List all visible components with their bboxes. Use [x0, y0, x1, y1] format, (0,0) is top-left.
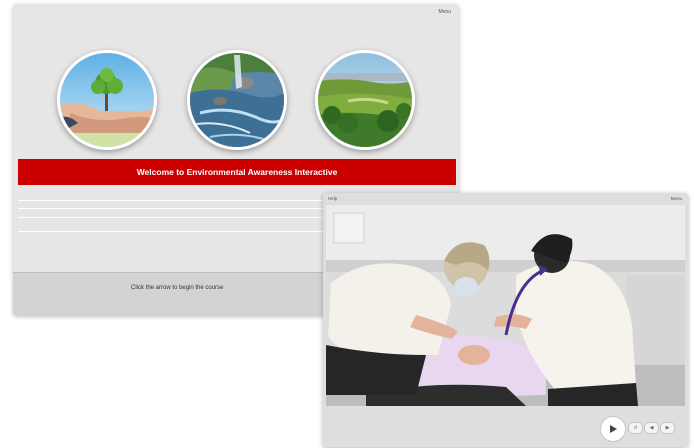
forward-button[interactable]: ▶ — [660, 422, 675, 434]
hands-sapling-image — [57, 50, 157, 150]
begin-instruction: Click the arrow to begin the course — [131, 285, 224, 291]
player-controls: ↺ ◀ ▶ — [323, 408, 688, 447]
welcome-banner: Welcome to Environmental Awareness Inter… — [18, 159, 456, 185]
play-button[interactable] — [600, 416, 626, 442]
help-link[interactable]: Help — [328, 196, 337, 201]
play-icon — [610, 425, 617, 433]
back-button[interactable]: ◀ — [644, 422, 659, 434]
menu-link[interactable]: Menu — [671, 196, 682, 201]
replay-button[interactable]: ↺ — [628, 422, 643, 434]
forward-arrow-icon: ▶ — [665, 425, 670, 431]
landscape-image — [315, 50, 415, 150]
replay-icon: ↺ — [633, 425, 638, 431]
training-video[interactable] — [326, 205, 685, 406]
video-player-window: Help Menu ↺ ◀ ▶ — [323, 193, 688, 447]
menu-link[interactable]: Menu — [438, 9, 451, 15]
stream-water-image — [187, 50, 287, 150]
back-arrow-icon: ◀ — [649, 425, 654, 431]
